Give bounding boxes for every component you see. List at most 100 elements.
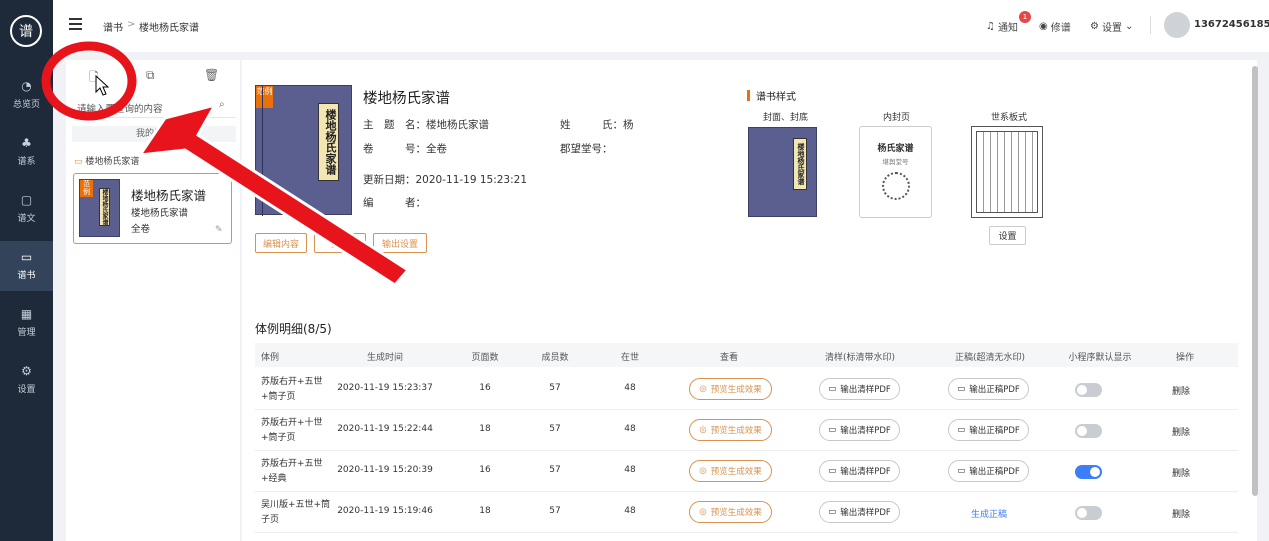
video-icon: ▭ xyxy=(957,384,966,394)
preview-label: 预览生成效果 xyxy=(710,385,762,395)
preview-button[interactable]: ◎ 预览生成效果 xyxy=(689,501,772,523)
top-bar: 谱书 > 楼地杨氏家谱 ♫ 通知 1 ◉ 修谱 ⚙ 设置 ⌄ 13672456185 xyxy=(53,0,1269,52)
video-icon: ▭ xyxy=(828,507,837,517)
delete-link[interactable]: 删除 xyxy=(1172,466,1190,479)
breadcrumb-separator: > xyxy=(127,19,136,30)
final-pdf-button[interactable]: ▭ 输出正稿PDF xyxy=(948,460,1029,482)
nav-manage[interactable]: ▦ 管理 xyxy=(0,298,53,348)
gear-icon: ⚙ xyxy=(21,364,32,378)
notify-badge: 1 xyxy=(1019,11,1031,23)
nav-settings[interactable]: ⚙ 设置 xyxy=(0,355,53,405)
col-header: 清样(标清带水印) xyxy=(824,353,896,363)
sample-tag: 范例 xyxy=(80,180,93,197)
default-display-toggle[interactable] xyxy=(1075,383,1102,397)
gear-icon: ⚙ xyxy=(1090,21,1099,32)
draft-pdf-button[interactable]: ▭ 输出清样PDF xyxy=(819,419,900,441)
col-header: 在世 xyxy=(620,353,639,363)
default-display-toggle[interactable] xyxy=(1075,424,1102,438)
col-header: 操作 xyxy=(1175,353,1194,363)
default-display-toggle[interactable] xyxy=(1075,506,1102,520)
delete-link[interactable]: 删除 xyxy=(1172,507,1190,520)
revise-button[interactable]: ◉ 修谱 xyxy=(1039,19,1071,34)
nav-overview[interactable]: ◔ 总览页 xyxy=(0,70,53,120)
table-header: 体例 生成时间 页面数 成员数 在世 查看 清样(标清带水印) 正稿(超清无水印… xyxy=(255,343,1238,367)
nav-label: 总览页 xyxy=(12,100,40,110)
notify-label: 通知 xyxy=(997,23,1018,34)
inner-page-thumb[interactable]: 杨氏家谱 堪舆堂号 xyxy=(859,126,932,218)
final-pdf-button[interactable]: ▭ 输出正稿PDF xyxy=(948,419,1029,441)
generate-button[interactable]: 生成 xyxy=(314,233,366,253)
preview-button[interactable]: ◎ 预览生成效果 xyxy=(689,378,772,400)
style-cell: 苏版右开+十世 xyxy=(261,418,323,428)
col-header: 成员数 xyxy=(541,353,569,363)
trash-icon[interactable]: 🗑 xyxy=(204,68,219,82)
scrollbar[interactable] xyxy=(1252,66,1258,496)
divider xyxy=(1150,16,1151,34)
new-book-icon[interactable]: 🗋 xyxy=(89,68,99,89)
sample-tag: 范例 xyxy=(256,86,273,108)
nav-label: 谱系 xyxy=(17,157,36,167)
overview-icon: ◔ xyxy=(21,79,32,93)
draft-label: 输出清样PDF xyxy=(840,467,891,477)
video-icon: ▭ xyxy=(828,384,837,394)
final-pdf-button[interactable]: ▭ 输出正稿PDF xyxy=(948,378,1029,400)
alive-cell: 48 xyxy=(624,424,636,434)
search-icon[interactable]: ⌕ xyxy=(219,99,225,110)
my-books-tab[interactable]: 我的谱书 xyxy=(72,126,236,142)
col-header: 页面数 xyxy=(471,353,499,363)
tree-icon: ♣ xyxy=(21,136,32,150)
styles-heading: 谱书样式 xyxy=(756,92,796,103)
default-display-toggle[interactable] xyxy=(1075,465,1102,479)
delete-link[interactable]: 删除 xyxy=(1172,384,1190,397)
notify-button[interactable]: ♫ 通知 xyxy=(986,19,1018,34)
draft-pdf-button[interactable]: ▭ 输出清样PDF xyxy=(819,378,900,400)
time-cell: 2020-11-19 15:19:46 xyxy=(337,506,433,516)
preview-button[interactable]: ◎ 预览生成效果 xyxy=(689,419,772,441)
style-settings-button[interactable]: 设置 xyxy=(989,226,1026,245)
style-cell: 吴川版+五世+筒 xyxy=(261,500,331,510)
edit-icon[interactable]: ✎ xyxy=(215,225,223,235)
delete-link[interactable]: 删除 xyxy=(1172,425,1190,438)
style-cell: 苏版右开+五世 xyxy=(261,377,323,387)
pages-cell: 16 xyxy=(479,465,491,475)
nav-books[interactable]: ▭ 谱书 xyxy=(0,241,53,291)
folder-item[interactable]: ▭ 楼地杨氏家谱 xyxy=(74,154,139,167)
generate-final-link[interactable]: 生成正稿 xyxy=(949,507,1029,520)
nav-genealogy[interactable]: ♣ 谱系 xyxy=(0,127,53,177)
book-card[interactable]: 范例 楼地杨氏家谱 楼地杨氏家谱 楼地杨氏家谱 全卷 ✎ xyxy=(73,173,232,244)
search-input[interactable]: 请输入要查询的内容 xyxy=(72,94,236,118)
qr-code-icon xyxy=(882,172,910,200)
cover-style-thumb[interactable]: 楼地杨氏家谱 xyxy=(748,127,817,217)
avatar[interactable] xyxy=(1164,12,1190,38)
members-cell: 57 xyxy=(549,424,561,434)
output-settings-button[interactable]: 输出设置 xyxy=(373,233,427,253)
app-logo[interactable]: 谱 xyxy=(10,15,42,47)
col-header: 小程序默认显示 xyxy=(1068,353,1132,363)
copy-icon[interactable]: ⧉ xyxy=(146,68,155,83)
members-cell: 57 xyxy=(549,506,561,516)
style-cell: +筒子页 xyxy=(261,392,296,402)
draft-label: 输出清样PDF xyxy=(840,426,891,436)
cover-spine-label: 楼地杨氏家谱 xyxy=(318,103,339,181)
pages-cell: 18 xyxy=(479,424,491,434)
final-label: 输出正稿PDF xyxy=(969,385,1020,395)
members-cell: 57 xyxy=(549,383,561,393)
settings-dropdown[interactable]: ⚙ 设置 ⌄ xyxy=(1090,19,1133,34)
settings-label: 设置 xyxy=(1101,23,1122,34)
final-label: 输出正稿PDF xyxy=(969,426,1020,436)
draft-pdf-button[interactable]: ▭ 输出清样PDF xyxy=(819,460,900,482)
preview-button[interactable]: ◎ 预览生成效果 xyxy=(689,460,772,482)
main-content: 范例 楼地杨氏家谱 楼地杨氏家谱 主 题 名：楼地杨氏家谱 姓 氏：杨 卷 号：… xyxy=(242,60,1258,541)
eye-icon: ◎ xyxy=(699,466,707,476)
draft-pdf-button[interactable]: ▭ 输出清样PDF xyxy=(819,501,900,523)
table-row: 吴川版+五世+筒 子页 2020-11-19 15:19:46 18 57 48 ◎ 预览生成… xyxy=(255,492,1238,533)
menu-toggle-icon[interactable] xyxy=(69,18,82,30)
nav-articles[interactable]: ▢ 谱文 xyxy=(0,184,53,234)
edit-content-button[interactable]: 编辑内容 xyxy=(255,233,307,253)
user-phone[interactable]: 13672456185 xyxy=(1194,19,1269,30)
nav-label: 管理 xyxy=(17,328,36,338)
tree-layout-thumb[interactable] xyxy=(971,126,1043,218)
eye-icon: ◎ xyxy=(699,425,707,435)
sidebar: 谱 ◔ 总览页 ♣ 谱系 ▢ 谱文 ▭ 谱书 ▦ 管理 ⚙ 设置 xyxy=(0,0,53,541)
breadcrumb-books[interactable]: 谱书 xyxy=(103,19,123,34)
